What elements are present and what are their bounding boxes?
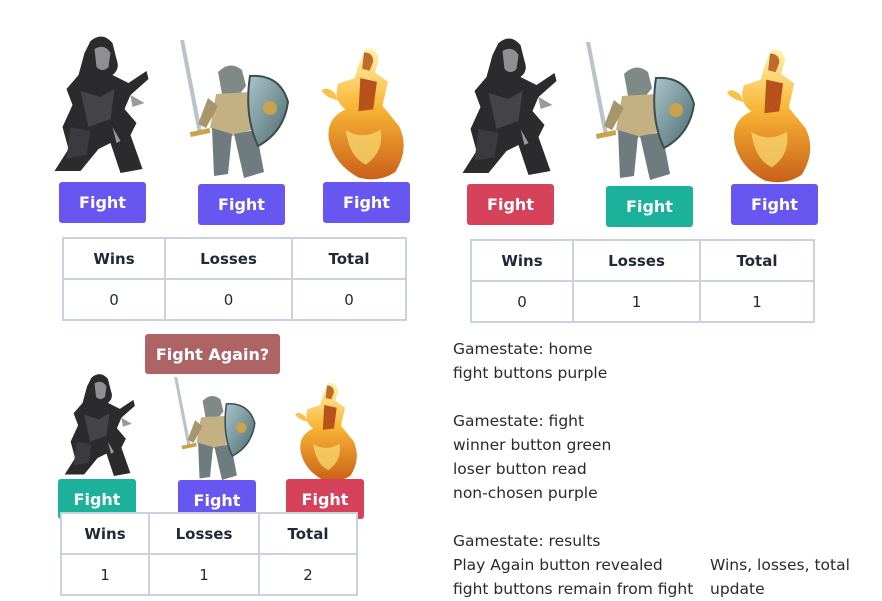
fight-button-knight[interactable]: Fight xyxy=(198,184,285,225)
fire-mage-icon xyxy=(318,44,410,184)
knight-icon xyxy=(172,36,292,186)
note-line: Gamestate: fight xyxy=(453,412,585,430)
note-line: Wins, losses, total xyxy=(710,556,850,574)
note-line: fight buttons remain from fight xyxy=(453,580,694,598)
fire-mage-icon xyxy=(722,46,818,186)
losses-value: 1 xyxy=(572,280,701,323)
note-line: non-chosen purple xyxy=(453,484,598,502)
wins-header: Wins xyxy=(60,512,150,555)
note-line xyxy=(453,385,693,409)
losses-value: 0 xyxy=(164,278,293,321)
note-line: fight buttons purple xyxy=(453,364,608,382)
total-value: 0 xyxy=(291,278,407,321)
total-value: 2 xyxy=(258,553,358,596)
gamestate-notes: Gamestate: home fight buttons purple Gam… xyxy=(453,337,693,601)
wins-header: Wins xyxy=(62,237,166,280)
fight-button-knight[interactable]: Fight xyxy=(606,186,693,227)
rogue-icon xyxy=(458,33,559,183)
wins-value: 1 xyxy=(60,553,150,596)
fight-button-rogue[interactable]: Fight xyxy=(59,182,146,223)
note-line: winner button green xyxy=(453,436,612,454)
losses-value: 1 xyxy=(148,553,260,596)
score-table: Wins Losses Total 1 1 2 xyxy=(60,512,358,596)
wins-header: Wins xyxy=(470,239,574,282)
losses-header: Losses xyxy=(164,237,293,280)
total-value: 1 xyxy=(699,280,815,323)
rogue-icon xyxy=(50,31,151,181)
knight-icon xyxy=(165,374,261,486)
note-line: Gamestate: home xyxy=(453,340,593,358)
note-line: Gamestate: results xyxy=(453,532,601,550)
update-note: Wins, losses, total update xyxy=(710,553,850,601)
note-line: update xyxy=(710,580,765,598)
wins-value: 0 xyxy=(470,280,574,323)
score-table: Wins Losses Total 0 0 0 xyxy=(62,237,407,321)
note-line: Play Again button revealed xyxy=(453,556,663,574)
losses-header: Losses xyxy=(572,239,701,282)
score-table: Wins Losses Total 0 1 1 xyxy=(470,239,815,323)
fight-button-fire-mage[interactable]: Fight xyxy=(323,182,410,223)
knight-icon xyxy=(578,38,698,188)
losses-header: Losses xyxy=(148,512,260,555)
fire-mage-icon xyxy=(292,380,362,484)
fight-button-fire-mage[interactable]: Fight xyxy=(731,184,818,225)
note-line xyxy=(453,505,693,529)
note-line: loser button read xyxy=(453,460,587,478)
rogue-icon xyxy=(60,370,138,482)
fight-again-button[interactable]: Fight Again? xyxy=(145,334,280,374)
total-header: Total xyxy=(258,512,358,555)
total-header: Total xyxy=(291,237,407,280)
fight-button-rogue[interactable]: Fight xyxy=(467,184,554,225)
total-header: Total xyxy=(699,239,815,282)
wins-value: 0 xyxy=(62,278,166,321)
